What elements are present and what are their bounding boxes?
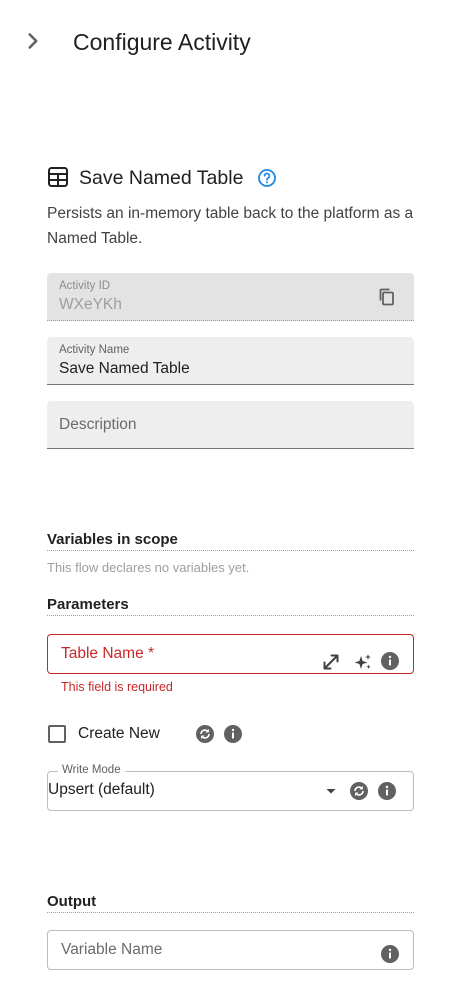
table-grid-icon xyxy=(47,166,69,188)
expand-arrows-icon[interactable] xyxy=(321,652,341,672)
activity-heading: Save Named Table xyxy=(47,164,427,194)
create-new-checkbox[interactable] xyxy=(48,725,66,743)
dropdown-arrow-icon[interactable] xyxy=(321,781,341,801)
info-icon[interactable] xyxy=(380,944,400,964)
activity-type-title: Save Named Table xyxy=(79,167,244,189)
copy-icon[interactable] xyxy=(377,287,397,307)
activity-id-value: WXeYKh xyxy=(59,296,122,313)
create-new-label[interactable]: Create New xyxy=(78,725,160,743)
sync-icon[interactable] xyxy=(195,724,215,744)
activity-name-label: Activity Name xyxy=(59,344,130,356)
sparkles-icon[interactable] xyxy=(353,652,373,672)
page-title: Configure Activity xyxy=(73,29,251,55)
variables-section-title: Variables in scope xyxy=(47,531,414,551)
activity-id-field: Activity ID WXeYKh xyxy=(47,273,414,321)
activity-name-field[interactable]: Activity Name Save Named Table xyxy=(47,337,414,385)
description-field[interactable]: Description xyxy=(47,401,414,449)
activity-name-value[interactable]: Save Named Table xyxy=(59,360,190,378)
panel-header: Configure Activity xyxy=(0,0,470,84)
info-icon[interactable] xyxy=(223,724,243,744)
help-circle-icon[interactable] xyxy=(257,168,277,188)
table-name-error: This field is required xyxy=(61,680,173,694)
write-mode-value[interactable]: Upsert (default) xyxy=(48,781,155,799)
variable-name-input[interactable]: Variable Name xyxy=(47,930,414,970)
parameters-section-title: Parameters xyxy=(47,596,414,616)
variables-empty-note: This flow declares no variables yet. xyxy=(47,560,250,575)
create-new-row: Create New xyxy=(47,722,297,748)
sync-icon[interactable] xyxy=(349,781,369,801)
table-name-label: Table Name * xyxy=(61,645,155,662)
info-icon[interactable] xyxy=(377,781,397,801)
info-icon[interactable] xyxy=(380,651,400,671)
activity-id-label: Activity ID xyxy=(59,280,111,292)
description-placeholder: Description xyxy=(59,416,137,433)
output-section-title: Output xyxy=(47,893,414,913)
variable-name-placeholder: Variable Name xyxy=(61,941,163,958)
table-name-input[interactable]: Table Name * xyxy=(47,634,414,674)
write-mode-select[interactable]: Write Mode Upsert (default) xyxy=(47,764,414,811)
activity-description: Persists an in-memory table back to the … xyxy=(47,205,414,247)
write-mode-label: Write Mode xyxy=(58,764,125,776)
chevron-right-icon[interactable] xyxy=(20,28,46,54)
